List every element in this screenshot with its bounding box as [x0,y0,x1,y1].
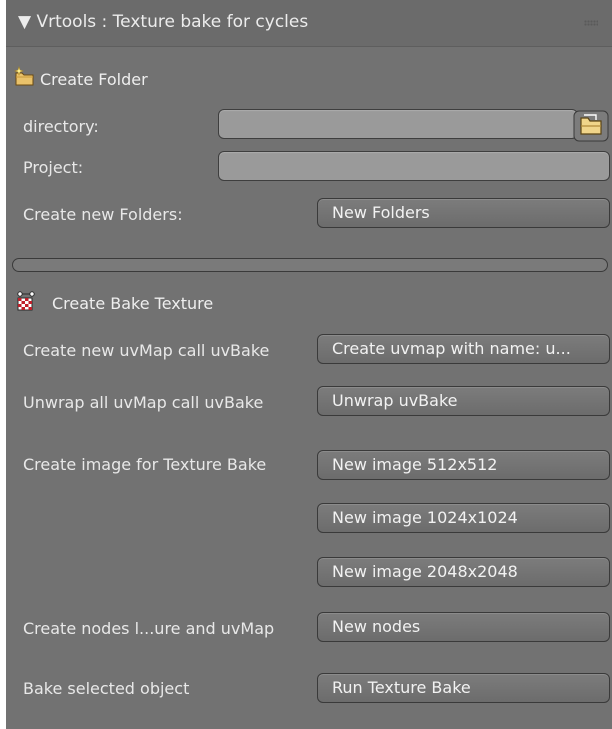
panel-title[interactable]: ▼ Vrtools : Texture bake for cycles [18,12,308,32]
section-divider [12,258,608,272]
create-folder-heading: Create Folder [40,70,148,89]
new-image-2048-button[interactable]: New image 2048x2048 [317,557,610,587]
file-browse-button[interactable] [572,107,610,143]
file-browser-icon[interactable] [572,107,610,143]
bake-row-label-nodes: Create nodes l...ure and uvMap [23,619,275,638]
directory-label: directory: [23,117,99,136]
create-uvmap-button[interactable]: Create uvmap with name: u... [317,334,610,364]
new-image-512-button[interactable]: New image 512x512 [317,450,610,480]
project-field[interactable] [218,151,610,181]
new-folders-button[interactable]: New Folders [317,198,610,228]
bake-row-label-uvmap: Create new uvMap call uvBake [23,341,270,360]
texture-node-icon [17,291,35,311]
create-new-folders-label: Create new Folders: [23,205,183,224]
unwrap-uvbake-button[interactable]: Unwrap uvBake [317,386,610,416]
new-folder-icon [14,66,34,86]
drag-grip-icon[interactable] [584,20,598,26]
new-image-1024-button[interactable]: New image 1024x1024 [317,503,610,533]
create-bake-texture-heading: Create Bake Texture [52,294,214,313]
panel-title-text: Vrtools : Texture bake for cycles [36,12,309,32]
vrtools-panel: ▼ Vrtools : Texture bake for cycles Crea… [6,0,612,729]
bake-row-label-unwrap: Unwrap all uvMap call uvBake [23,393,264,412]
bake-row-label-bake: Bake selected object [23,679,190,698]
project-label: Project: [23,158,84,177]
panel-header[interactable]: ▼ Vrtools : Texture bake for cycles [6,0,612,47]
run-texture-bake-button[interactable]: Run Texture Bake [317,673,610,703]
directory-field[interactable] [218,109,578,139]
collapse-triangle-icon[interactable]: ▼ [18,12,31,32]
new-nodes-button[interactable]: New nodes [317,612,610,642]
bake-row-label-image: Create image for Texture Bake [23,455,267,474]
